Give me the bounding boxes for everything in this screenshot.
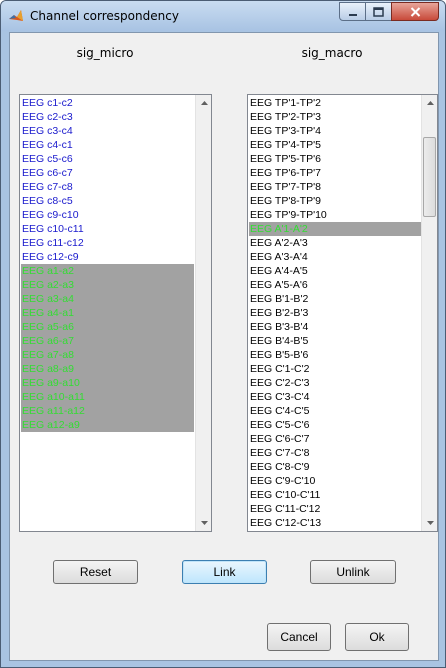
list-item[interactable]: EEG TP'5-TP'6	[249, 152, 421, 166]
list-item[interactable]: EEG C'2-C'3	[249, 376, 421, 390]
list-item[interactable]: EEG a12-a9	[21, 418, 194, 432]
dialog-body: sig_micro sig_macro EEG c1-c2 EEG c2-c3 EE…	[9, 32, 439, 661]
link-button[interactable]: Link	[182, 560, 267, 584]
list-item[interactable]: EEG TP'4-TP'5	[249, 138, 421, 152]
list-item[interactable]: EEG TP'9-TP'10	[249, 208, 421, 222]
list-item[interactable]: EEG A'2-A'3	[249, 236, 421, 250]
ok-button[interactable]: Ok	[345, 623, 409, 651]
macro-channel-items: EEG TP'1-TP'2 EEG TP'2-TP'3 EEG TP'3-TP'4 E…	[249, 96, 421, 530]
list-item[interactable]: EEG TP'6-TP'7	[249, 166, 421, 180]
list-item[interactable]: EEG c9-c10	[21, 208, 194, 222]
list-item[interactable]: EEG a9-a10	[21, 376, 194, 390]
list-item[interactable]: EEG c5-c6	[21, 152, 194, 166]
list-item[interactable]: EEG c3-c4	[21, 124, 194, 138]
list-item[interactable]: EEG B'4-B'5	[249, 334, 421, 348]
list-item[interactable]: EEG c10-c11	[21, 222, 194, 236]
list-item[interactable]: EEG B'5-B'6	[249, 348, 421, 362]
list-item[interactable]: EEG TP'3-TP'4	[249, 124, 421, 138]
list-item[interactable]: EEG B'2-B'3	[249, 306, 421, 320]
list-item[interactable]: EEG a5-a6	[21, 320, 194, 334]
maximize-button[interactable]	[365, 2, 392, 21]
scroll-up-arrow-icon[interactable]	[422, 95, 437, 111]
window-title: Channel correspondency	[30, 9, 179, 23]
list-item[interactable]: EEG C'9-C'10	[249, 474, 421, 488]
close-icon	[410, 2, 421, 21]
matlab-icon	[8, 8, 24, 24]
scroll-up-arrow-icon[interactable]	[196, 95, 211, 111]
list-item[interactable]: EEG A'5-A'6	[249, 278, 421, 292]
list-item[interactable]: EEG c4-c1	[21, 138, 194, 152]
minimize-button[interactable]	[339, 2, 366, 21]
list-item[interactable]: EEG C'11-C'12	[249, 502, 421, 516]
list-item[interactable]: EEG C'4-C'5	[249, 404, 421, 418]
list-item[interactable]: EEG c2-c3	[21, 110, 194, 124]
minimize-icon	[348, 2, 358, 21]
channel-correspondency-window: Channel correspondency sig_micro sig_mac…	[0, 0, 446, 668]
maximize-icon	[373, 2, 384, 21]
list-item[interactable]: EEG TP'2-TP'3	[249, 110, 421, 124]
scroll-down-arrow-icon[interactable]	[422, 515, 437, 531]
title-bar[interactable]: Channel correspondency	[1, 1, 445, 31]
list-item[interactable]: EEG C'10-C'11	[249, 488, 421, 502]
list-item[interactable]: EEG C'12-C'13	[249, 516, 421, 530]
list-item[interactable]: EEG c7-c8	[21, 180, 194, 194]
list-item[interactable]: EEG B'3-B'4	[249, 320, 421, 334]
list-item[interactable]: EEG a6-a7	[21, 334, 194, 348]
list-item[interactable]: EEG C'6-C'7	[249, 432, 421, 446]
list-item[interactable]: EEG C'1-C'2	[249, 362, 421, 376]
macro-channel-list[interactable]: EEG TP'1-TP'2 EEG TP'2-TP'3 EEG TP'3-TP'4 E…	[247, 94, 438, 532]
micro-channel-items: EEG c1-c2 EEG c2-c3 EEG c3-c4 EEG c4-c1 EEG …	[21, 96, 194, 432]
scroll-down-arrow-icon[interactable]	[196, 515, 211, 531]
list-item[interactable]: EEG A'1-A'2	[249, 222, 421, 236]
list-item[interactable]: EEG c8-c5	[21, 194, 194, 208]
macro-header: sig_macro	[301, 46, 363, 60]
list-item[interactable]: EEG C'5-C'6	[249, 418, 421, 432]
list-item[interactable]: EEG a4-a1	[21, 306, 194, 320]
list-item[interactable]: EEG a1-a2	[21, 264, 194, 278]
list-item[interactable]: EEG A'4-A'5	[249, 264, 421, 278]
micro-channel-list[interactable]: EEG c1-c2 EEG c2-c3 EEG c3-c4 EEG c4-c1 EEG …	[19, 94, 212, 532]
list-item[interactable]: EEG C'3-C'4	[249, 390, 421, 404]
list-item[interactable]: EEG C'8-C'9	[249, 460, 421, 474]
list-item[interactable]: EEG a11-a12	[21, 404, 194, 418]
list-item[interactable]: EEG A'3-A'4	[249, 250, 421, 264]
cancel-button[interactable]: Cancel	[267, 623, 331, 651]
unlink-button[interactable]: Unlink	[310, 560, 396, 584]
macro-scrollbar[interactable]	[421, 95, 437, 531]
list-item[interactable]: EEG a8-a9	[21, 362, 194, 376]
list-item[interactable]: EEG TP'8-TP'9	[249, 194, 421, 208]
list-item[interactable]: EEG a7-a8	[21, 348, 194, 362]
list-item[interactable]: EEG TP'7-TP'8	[249, 180, 421, 194]
list-item[interactable]: EEG a3-a4	[21, 292, 194, 306]
list-item[interactable]: EEG c12-c9	[21, 250, 194, 264]
list-item[interactable]: EEG c1-c2	[21, 96, 194, 110]
list-item[interactable]: EEG c6-c7	[21, 166, 194, 180]
scroll-thumb[interactable]	[423, 137, 436, 217]
close-button[interactable]	[391, 2, 439, 21]
micro-header: sig_micro	[76, 46, 134, 60]
list-item[interactable]: EEG a10-a11	[21, 390, 194, 404]
list-item[interactable]: EEG B'1-B'2	[249, 292, 421, 306]
micro-scrollbar[interactable]	[195, 95, 211, 531]
list-item[interactable]: EEG a2-a3	[21, 278, 194, 292]
list-item[interactable]: EEG c11-c12	[21, 236, 194, 250]
reset-button[interactable]: Reset	[53, 560, 138, 584]
list-item[interactable]: EEG TP'1-TP'2	[249, 96, 421, 110]
list-item[interactable]: EEG C'7-C'8	[249, 446, 421, 460]
